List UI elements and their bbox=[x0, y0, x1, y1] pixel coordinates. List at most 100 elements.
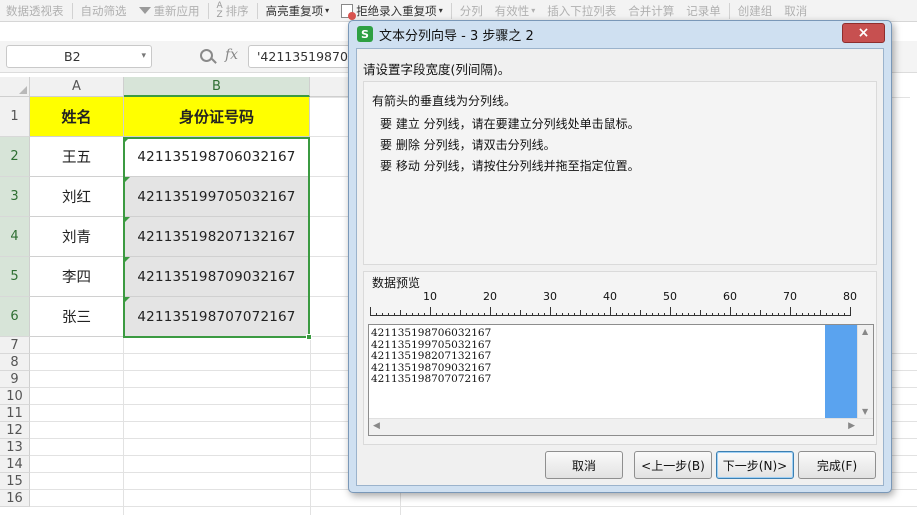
ruler-tick bbox=[508, 313, 509, 316]
create-group-button[interactable]: 创建组 bbox=[732, 0, 779, 21]
formula-input[interactable]: '42113519870 bbox=[248, 45, 358, 68]
ruler-label: 60 bbox=[723, 290, 737, 303]
horizontal-scrollbar[interactable]: ◀ ▶ bbox=[369, 418, 873, 435]
row-header[interactable]: 1 bbox=[0, 97, 30, 137]
scroll-right-icon[interactable]: ▶ bbox=[848, 421, 855, 431]
cell-id[interactable]: 421135198706032167 bbox=[124, 137, 310, 177]
function-icon[interactable]: fx bbox=[225, 47, 238, 63]
grid-line bbox=[310, 337, 311, 515]
grid-line bbox=[310, 136, 350, 137]
cell-id[interactable]: 421135198709032167 bbox=[124, 257, 310, 297]
ruler-tick bbox=[460, 310, 461, 316]
record-form-button[interactable]: 记录单 bbox=[680, 0, 727, 21]
name-box[interactable]: B2 ▾ bbox=[6, 45, 152, 68]
preview-line: 421135198706032167 bbox=[371, 327, 492, 339]
cell-id[interactable]: 421135198207132167 bbox=[124, 217, 310, 257]
toolbar-divider bbox=[207, 2, 209, 19]
ruler-tick bbox=[592, 313, 593, 316]
grid-line bbox=[310, 216, 350, 217]
ruler-tick bbox=[616, 313, 617, 316]
cell-b1-id-header[interactable]: 身份证号码 bbox=[124, 97, 310, 137]
reject-duplicates-button[interactable]: 拒绝录入重复项 ▾ bbox=[335, 0, 449, 21]
row-header[interactable]: 15 bbox=[0, 473, 30, 490]
row-header[interactable]: 6 bbox=[0, 297, 30, 337]
scroll-down-icon[interactable]: ▼ bbox=[862, 407, 868, 416]
cell-id[interactable]: 421135198707072167 bbox=[124, 297, 310, 337]
ruler-tick bbox=[544, 313, 545, 316]
ruler-tick bbox=[484, 313, 485, 316]
scroll-left-icon[interactable]: ◀ bbox=[373, 421, 380, 431]
row-header[interactable]: 7 bbox=[0, 337, 30, 354]
ruler-tick bbox=[850, 307, 851, 316]
row-header[interactable]: 10 bbox=[0, 388, 30, 405]
row-header[interactable]: 8 bbox=[0, 354, 30, 371]
column-header-a[interactable]: A bbox=[30, 77, 124, 97]
finish-button[interactable]: 完成(F) bbox=[798, 451, 876, 479]
ruler-tick bbox=[808, 313, 809, 316]
text-to-columns-button[interactable]: 分列 bbox=[454, 0, 489, 21]
cell-name[interactable]: 刘红 bbox=[30, 177, 124, 217]
row-header[interactable]: 14 bbox=[0, 456, 30, 473]
preview-line: 421135198707072167 bbox=[371, 373, 492, 385]
consolidate-button[interactable]: 合并计算 bbox=[622, 0, 680, 21]
preview-highlight bbox=[825, 325, 857, 418]
grid-line bbox=[310, 176, 350, 177]
row-header[interactable]: 4 bbox=[0, 217, 30, 257]
toolbar-divider bbox=[450, 2, 452, 19]
text-to-columns-dialog: S 文本分列向导 - 3 步骤之 2 × 请设置字段宽度(列间隔)。 有箭头的垂… bbox=[348, 20, 892, 493]
column-header-b[interactable]: B bbox=[124, 77, 310, 97]
cell-id[interactable]: 421135199705032167 bbox=[124, 177, 310, 217]
zoom-icon[interactable] bbox=[200, 49, 213, 62]
ruler-tick bbox=[772, 313, 773, 316]
row-header[interactable]: 5 bbox=[0, 257, 30, 297]
cell-name[interactable]: 刘青 bbox=[30, 217, 124, 257]
ruler-tick bbox=[388, 313, 389, 316]
cell-a1-name-header[interactable]: 姓名 bbox=[30, 97, 124, 137]
ruler-tick bbox=[652, 313, 653, 316]
cell-name[interactable]: 张三 bbox=[30, 297, 124, 337]
sort-button[interactable]: A Z 排序 bbox=[211, 0, 255, 21]
fill-handle[interactable] bbox=[306, 334, 312, 340]
cell-name[interactable]: 王五 bbox=[30, 137, 124, 177]
ruler-tick bbox=[634, 313, 635, 316]
select-all-corner[interactable] bbox=[0, 77, 30, 97]
ruler-tick bbox=[442, 313, 443, 316]
row-header[interactable]: 3 bbox=[0, 177, 30, 217]
ruler-tick bbox=[394, 313, 395, 316]
column-ruler[interactable]: 10 20 30 40 50 60 70 80 bbox=[370, 290, 860, 316]
pivot-table-button[interactable]: 数据透视表 bbox=[0, 0, 70, 21]
row-header[interactable]: 11 bbox=[0, 405, 30, 422]
chevron-down-icon[interactable]: ▾ bbox=[141, 51, 146, 61]
toolbar-divider bbox=[728, 2, 730, 19]
auto-filter-button[interactable]: 自动筛选 bbox=[75, 0, 133, 21]
reapply-button[interactable]: 重新应用 bbox=[133, 0, 206, 21]
instruction-text: 要 移动 分列线，请按住分列线并拖至指定位置。 bbox=[380, 159, 640, 173]
validation-button[interactable]: 有效性 ▾ bbox=[489, 0, 542, 21]
row-header[interactable]: 9 bbox=[0, 371, 30, 388]
ruler-tick bbox=[514, 313, 515, 316]
close-button[interactable]: × bbox=[842, 23, 885, 43]
dialog-titlebar[interactable]: S 文本分列向导 - 3 步骤之 2 × bbox=[349, 21, 891, 47]
cell-name[interactable]: 李四 bbox=[30, 257, 124, 297]
ruler-tick bbox=[754, 313, 755, 316]
row-header[interactable]: 13 bbox=[0, 439, 30, 456]
ruler-tick bbox=[550, 307, 551, 316]
preview-box[interactable]: 421135198706032167 421135199705032167 42… bbox=[368, 324, 874, 436]
next-step-button[interactable]: 下一步(N)> bbox=[716, 451, 794, 479]
grid-line bbox=[310, 256, 350, 257]
vertical-scrollbar[interactable]: ▲ ▼ bbox=[857, 325, 873, 418]
ruler-tick bbox=[604, 313, 605, 316]
row-header[interactable]: 2 bbox=[0, 137, 30, 177]
scroll-up-icon[interactable]: ▲ bbox=[862, 327, 868, 336]
previous-step-button[interactable]: <上一步(B) bbox=[634, 451, 712, 479]
row-header[interactable]: 16 bbox=[0, 490, 30, 507]
highlight-duplicates-button[interactable]: 高亮重复项 ▾ bbox=[260, 0, 336, 21]
ungroup-button[interactable]: 取消 bbox=[778, 0, 813, 21]
dialog-body: 请设置字段宽度(列间隔)。 有箭头的垂直线为分列线。 要 建立 分列线，请在要建… bbox=[356, 48, 884, 486]
cancel-button[interactable]: 取消 bbox=[545, 451, 623, 479]
dialog-title: 文本分列向导 - 3 步骤之 2 bbox=[379, 28, 534, 44]
ruler-tick bbox=[628, 313, 629, 316]
insert-dropdown-list-button[interactable]: 插入下拉列表 bbox=[541, 0, 622, 21]
row-header[interactable]: 12 bbox=[0, 422, 30, 439]
instruction-text: 有箭头的垂直线为分列线。 bbox=[372, 94, 517, 108]
